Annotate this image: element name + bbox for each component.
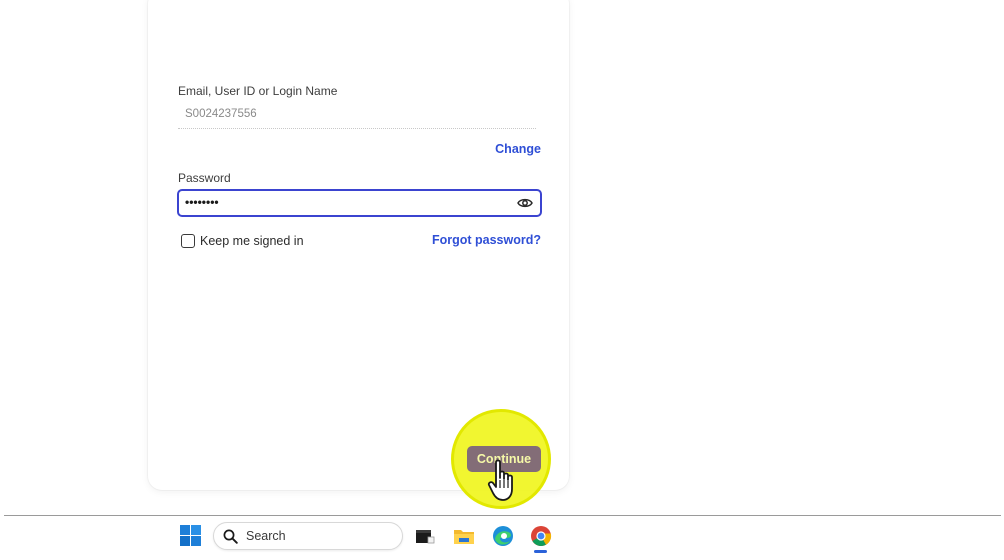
search-icon — [223, 529, 238, 544]
change-link[interactable]: Change — [480, 142, 541, 156]
show-password-eye-icon[interactable] — [517, 196, 533, 210]
active-app-indicator — [534, 550, 547, 553]
password-label: Password — [178, 171, 231, 185]
password-input[interactable]: •••••••• — [177, 189, 542, 217]
edge-browser-icon[interactable] — [491, 524, 515, 548]
terminal-icon[interactable] — [413, 524, 437, 548]
windows-start-icon[interactable] — [180, 525, 201, 546]
forgot-password-link[interactable]: Forgot password? — [420, 233, 541, 247]
keep-signed-in-label: Keep me signed in — [200, 234, 304, 248]
keep-signed-in-checkbox[interactable] — [181, 234, 195, 248]
email-field[interactable]: S0024237556 — [178, 104, 536, 129]
chrome-browser-icon[interactable] — [529, 524, 553, 548]
hand-cursor-icon — [487, 459, 513, 501]
search-placeholder: Search — [246, 529, 286, 543]
file-explorer-icon[interactable] — [452, 524, 476, 548]
email-label: Email, User ID or Login Name — [178, 84, 338, 98]
taskbar-divider — [4, 515, 1001, 516]
screen: Email, User ID or Login Name S0024237556… — [0, 0, 1004, 560]
password-value: •••••••• — [185, 195, 219, 209]
taskbar-search-box[interactable]: Search — [213, 522, 403, 550]
